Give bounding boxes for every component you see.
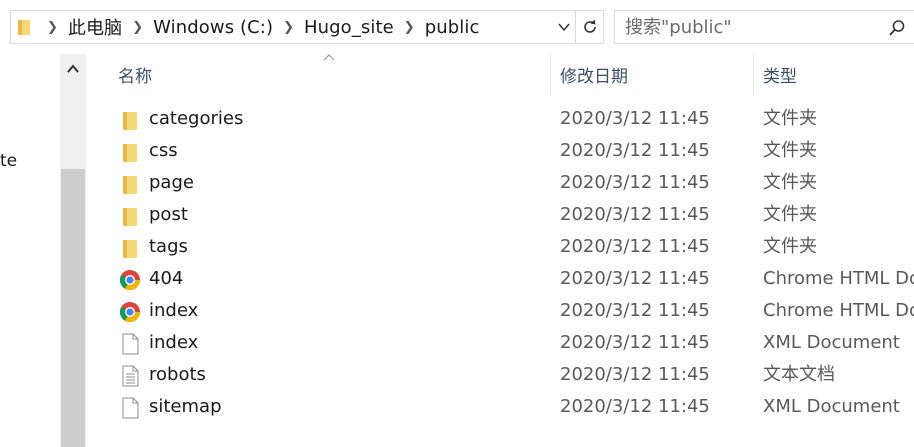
file-modified-date: 2020/3/12 11:45 bbox=[560, 268, 710, 289]
chevron-right-icon[interactable]: ❯ bbox=[283, 21, 294, 34]
chevron-down-icon[interactable] bbox=[557, 20, 571, 34]
file-type: 文件夹 bbox=[763, 204, 817, 225]
file-name: tags bbox=[149, 236, 188, 257]
column-header-date[interactable]: 修改日期 bbox=[552, 54, 752, 94]
file-type: XML Document bbox=[763, 396, 900, 417]
search-input[interactable] bbox=[625, 16, 875, 38]
file-type: 文件夹 bbox=[763, 236, 817, 257]
file-modified-date: 2020/3/12 11:45 bbox=[560, 108, 710, 129]
file-name: 404 bbox=[149, 268, 184, 289]
file-modified-date: 2020/3/12 11:45 bbox=[560, 300, 710, 321]
file-row[interactable]: tags 2020/3/12 11:45 文件夹 bbox=[110, 231, 914, 263]
folder-icon bbox=[119, 173, 141, 195]
scroll-up-button[interactable] bbox=[60, 54, 86, 84]
file-name: css bbox=[149, 140, 178, 161]
navigation-pane[interactable]: te bbox=[0, 54, 60, 447]
search-icon[interactable] bbox=[888, 19, 906, 37]
chevron-right-icon[interactable]: ❯ bbox=[132, 21, 143, 34]
file-type: 文本文档 bbox=[763, 364, 835, 385]
folder-icon bbox=[119, 205, 141, 227]
file-modified-date: 2020/3/12 11:45 bbox=[560, 172, 710, 193]
file-row[interactable]: categories 2020/3/12 11:45 文件夹 bbox=[110, 103, 914, 135]
breadcrumb-drive-c[interactable]: Windows (C:) bbox=[153, 17, 273, 38]
file-name: index bbox=[149, 332, 199, 353]
file-type: 文件夹 bbox=[763, 172, 817, 193]
file-modified-date: 2020/3/12 11:45 bbox=[560, 140, 710, 161]
file-name: post bbox=[149, 204, 188, 225]
file-type: XML Document bbox=[763, 332, 900, 353]
file-modified-date: 2020/3/12 11:45 bbox=[560, 332, 710, 353]
chevron-right-icon[interactable]: ❯ bbox=[47, 21, 58, 34]
column-header-name[interactable]: 名称 bbox=[110, 54, 550, 94]
text-document-icon bbox=[119, 365, 141, 387]
column-header-name-label: 名称 bbox=[118, 66, 152, 87]
breadcrumb-public[interactable]: public bbox=[425, 17, 480, 38]
file-modified-date: 2020/3/12 11:45 bbox=[560, 364, 710, 385]
chevron-right-icon[interactable]: ❯ bbox=[404, 21, 415, 34]
file-name: page bbox=[149, 172, 194, 193]
file-row[interactable]: index 2020/3/12 11:45 Chrome HTML Do bbox=[110, 295, 914, 327]
folder-icon bbox=[119, 109, 141, 131]
scroll-thumb[interactable] bbox=[61, 169, 85, 447]
file-row[interactable]: robots 2020/3/12 11:45 文本文档 bbox=[110, 359, 914, 391]
column-header-type-label: 类型 bbox=[763, 66, 797, 87]
breadcrumb-this-pc[interactable]: 此电脑 bbox=[68, 14, 122, 40]
file-modified-date: 2020/3/12 11:45 bbox=[560, 236, 710, 257]
breadcrumb-hugo-site[interactable]: Hugo_site bbox=[304, 17, 394, 38]
folder-icon bbox=[119, 237, 141, 259]
chevron-up-icon bbox=[67, 64, 79, 73]
column-header-type[interactable]: 类型 bbox=[755, 54, 914, 94]
file-type: 文件夹 bbox=[763, 108, 817, 129]
refresh-button[interactable] bbox=[576, 10, 604, 44]
file-row[interactable]: css 2020/3/12 11:45 文件夹 bbox=[110, 135, 914, 167]
file-name: robots bbox=[149, 364, 206, 385]
column-divider[interactable] bbox=[753, 54, 754, 94]
file-row[interactable]: index 2020/3/12 11:45 XML Document bbox=[110, 327, 914, 359]
document-icon bbox=[119, 397, 141, 419]
file-type: Chrome HTML Do bbox=[763, 268, 914, 289]
vertical-scrollbar[interactable] bbox=[60, 54, 86, 447]
file-type: 文件夹 bbox=[763, 140, 817, 161]
folder-icon bbox=[119, 141, 141, 163]
nav-item-label[interactable]: te bbox=[0, 151, 17, 171]
refresh-icon bbox=[583, 19, 596, 33]
chrome-icon bbox=[119, 269, 141, 291]
document-icon bbox=[119, 333, 141, 355]
file-row[interactable]: post 2020/3/12 11:45 文件夹 bbox=[110, 199, 914, 231]
folder-icon bbox=[18, 20, 30, 35]
column-header-date-label: 修改日期 bbox=[560, 66, 628, 87]
file-name: index bbox=[149, 300, 199, 321]
chrome-icon bbox=[119, 301, 141, 323]
file-row[interactable]: sitemap 2020/3/12 11:45 XML Document bbox=[110, 391, 914, 423]
file-modified-date: 2020/3/12 11:45 bbox=[560, 204, 710, 225]
file-type: Chrome HTML Do bbox=[763, 300, 914, 321]
file-name: categories bbox=[149, 108, 244, 129]
search-box[interactable] bbox=[614, 10, 914, 44]
file-modified-date: 2020/3/12 11:45 bbox=[560, 396, 710, 417]
file-row[interactable]: 404 2020/3/12 11:45 Chrome HTML Do bbox=[110, 263, 914, 295]
file-row[interactable]: page 2020/3/12 11:45 文件夹 bbox=[110, 167, 914, 199]
file-name: sitemap bbox=[149, 396, 222, 417]
address-bar[interactable]: ❯ 此电脑 ❯ Windows (C:) ❯ Hugo_site ❯ publi… bbox=[10, 10, 576, 44]
column-divider[interactable] bbox=[550, 54, 551, 94]
